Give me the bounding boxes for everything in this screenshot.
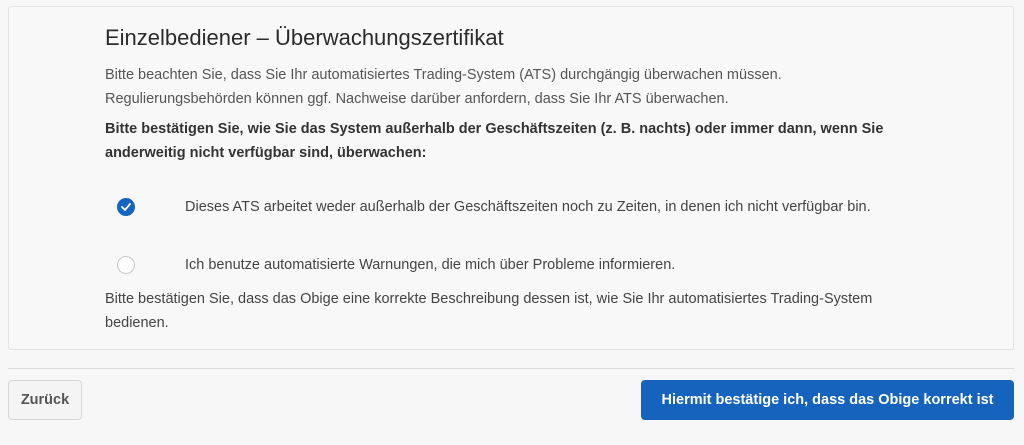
option-no-off-hours[interactable]: Dieses ATS arbeitet weder außerhalb der … <box>117 195 925 219</box>
option-label: Ich benutze automatisierte Warnungen, di… <box>185 257 676 273</box>
back-button[interactable]: Zurück <box>8 380 82 420</box>
checkmark-icon <box>121 203 131 211</box>
option-label: Dieses ATS arbeitet weder außerhalb der … <box>185 199 871 215</box>
page-title: Einzelbediener – Überwachungszertifikat <box>105 25 504 50</box>
intro-text: Bitte beachten Sie, dass Sie Ihr automat… <box>105 67 782 107</box>
certificate-panel: Einzelbediener – Überwachungszertifikat … <box>8 6 1014 350</box>
question-text: Bitte bestätigen Sie, wie Sie das System… <box>105 121 884 161</box>
radio-unchecked-icon[interactable] <box>117 256 135 274</box>
radio-checked-icon[interactable] <box>117 198 135 216</box>
confirm-button[interactable]: Hiermit bestätige ich, dass das Obige ko… <box>641 380 1014 420</box>
footer-divider <box>8 368 1014 369</box>
option-automated-alerts[interactable]: Ich benutze automatisierte Warnungen, di… <box>117 253 925 277</box>
confirmation-text: Bitte bestätigen Sie, dass das Obige ein… <box>105 291 873 331</box>
